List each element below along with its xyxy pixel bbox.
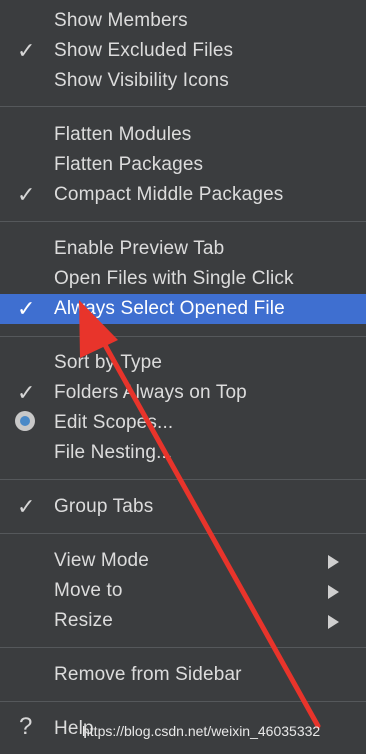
watermark-text: https://blog.csdn.net/weixin_46035332: [82, 723, 321, 739]
annotation-arrow-shaft: [97, 333, 321, 729]
annotation-arrow-head: [79, 300, 118, 358]
annotation-arrow: [79, 300, 321, 729]
